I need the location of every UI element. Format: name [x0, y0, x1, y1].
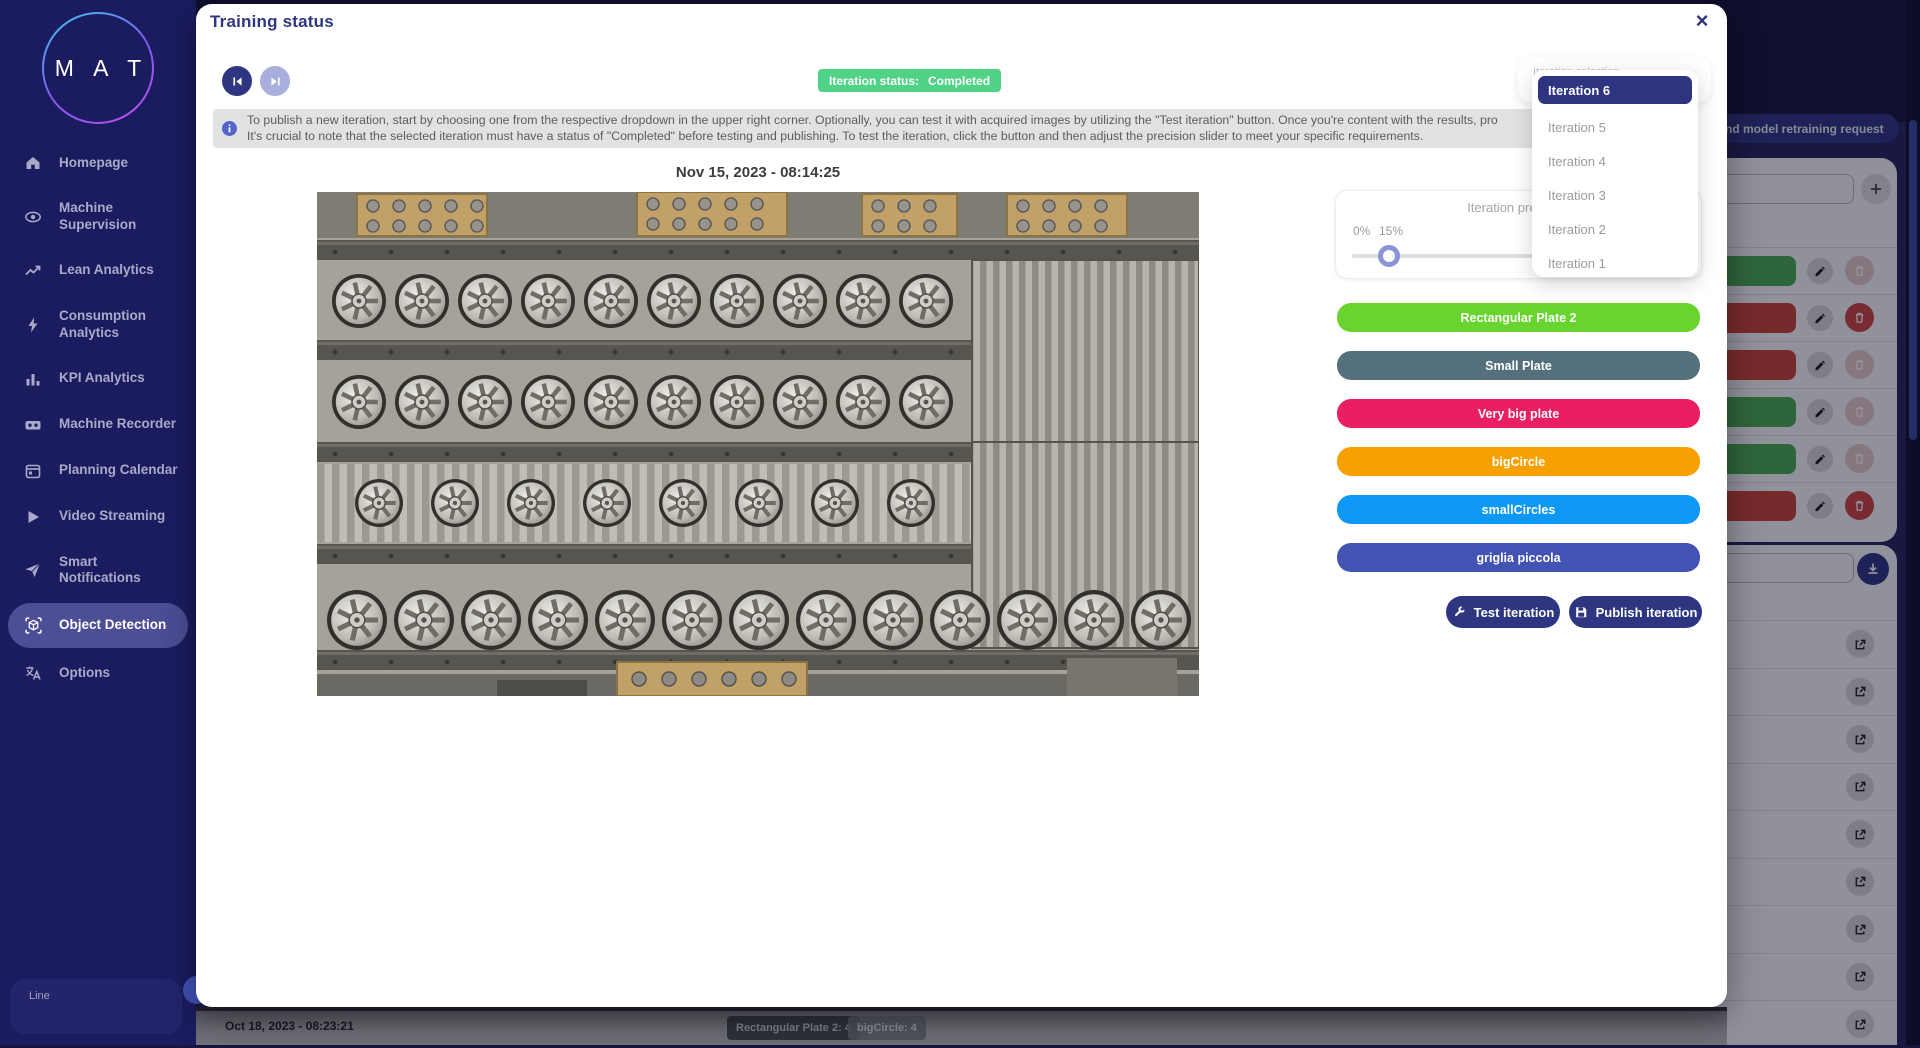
sidebar-item-label: Consumption Analytics — [59, 308, 169, 342]
sidebar-item-planning-calendar[interactable]: Planning Calendar — [0, 448, 196, 494]
sidebar-item-label: Object Detection — [59, 617, 166, 634]
tag-small-plate[interactable]: Small Plate — [1337, 351, 1700, 380]
trend-icon — [24, 262, 44, 280]
play-icon — [24, 508, 44, 526]
sidebar-item-label: Homepage — [59, 155, 128, 172]
sidebar-item-machine-recorder[interactable]: Machine Recorder — [0, 402, 196, 448]
training-status-modal: Training status × Iteration status: Comp… — [196, 4, 1727, 1007]
app-logo-text: M A T — [48, 55, 148, 82]
sidebar-item-homepage[interactable]: Homepage — [0, 140, 196, 186]
eye-icon — [24, 208, 44, 226]
cube-scan-icon — [24, 616, 44, 635]
send-icon — [24, 561, 44, 579]
modal-title: Training status — [210, 12, 334, 32]
translate-icon — [24, 664, 44, 682]
tag-smallcircles[interactable]: smallCircles — [1337, 495, 1700, 524]
iteration-status-badge: Iteration status: Completed — [818, 69, 1001, 92]
line-info-box: Line — [10, 979, 182, 1034]
test-iteration-button[interactable]: Test iteration — [1446, 596, 1560, 628]
sidebar-item-label: Smart Notifications — [59, 554, 169, 588]
dropdown-option-iteration-6[interactable]: Iteration 6 — [1538, 76, 1692, 104]
info-icon — [222, 121, 237, 136]
sidebar-item-label: Options — [59, 665, 110, 682]
training-image — [317, 192, 1199, 696]
tag-griglia-piccola[interactable]: griglia piccola — [1337, 543, 1700, 572]
precision-min-label: 0% — [1353, 224, 1370, 238]
home-icon — [24, 154, 44, 172]
sidebar-item-label: Machine Recorder — [59, 416, 176, 433]
dropdown-option-iteration-4[interactable]: Iteration 4 — [1532, 144, 1698, 178]
publish-iteration-label: Publish iteration — [1596, 605, 1698, 620]
training-image-svg — [317, 192, 1199, 696]
sidebar-item-label: Machine Supervision — [59, 200, 169, 234]
dropdown-option-iteration-1[interactable]: Iteration 1 — [1532, 246, 1698, 280]
sidebar-item-video-streaming[interactable]: Video Streaming — [0, 494, 196, 540]
skip-next-icon — [269, 75, 282, 88]
sidebar-item-label: Planning Calendar — [59, 462, 178, 479]
sidebar-item-label: Lean Analytics — [59, 262, 154, 279]
dropdown-option-iteration-3[interactable]: Iteration 3 — [1532, 178, 1698, 212]
sidebar-item-label: Video Streaming — [59, 508, 165, 525]
app-logo: M A T — [42, 12, 154, 124]
dropdown-option-iteration-2[interactable]: Iteration 2 — [1532, 212, 1698, 246]
wrench-icon — [1452, 605, 1466, 619]
tag-bigcircle[interactable]: bigCircle — [1337, 447, 1700, 476]
skip-previous-icon — [231, 75, 244, 88]
iteration-status-value: Completed — [928, 74, 990, 88]
sidebar-item-label: KPI Analytics — [59, 370, 145, 387]
tag-rectangular-plate-2[interactable]: Rectangular Plate 2 — [1337, 303, 1700, 332]
tag-very-big-plate[interactable]: Very big plate — [1337, 399, 1700, 428]
bar-chart-icon — [24, 370, 44, 388]
info-banner-line1: To publish a new iteration, start by cho… — [247, 113, 1673, 129]
previous-image-button[interactable] — [222, 66, 252, 96]
line-info-label: Line — [29, 990, 50, 1002]
info-banner-line2: It's crucial to note that the selected i… — [247, 129, 1673, 145]
sidebar-item-smart-notifications[interactable]: Smart Notifications — [0, 540, 196, 602]
sidebar-item-options[interactable]: Options — [0, 650, 196, 696]
info-banner: To publish a new iteration, start by cho… — [213, 109, 1683, 148]
dropdown-option-iteration-5[interactable]: Iteration 5 — [1532, 110, 1698, 144]
iteration-dropdown: Iteration 6 Iteration 5 Iteration 4 Iter… — [1532, 70, 1698, 277]
bolt-icon — [24, 316, 44, 334]
publish-iteration-button[interactable]: Publish iteration — [1569, 596, 1702, 628]
sidebar-item-lean-analytics[interactable]: Lean Analytics — [0, 248, 196, 294]
calendar-icon — [24, 462, 44, 480]
precision-slider-thumb[interactable] — [1378, 245, 1400, 267]
test-iteration-label: Test iteration — [1474, 605, 1555, 620]
close-icon[interactable]: × — [1689, 8, 1715, 34]
sidebar: M A T Homepage Machine Supervision Lean … — [0, 0, 196, 1045]
precision-current-label: 15% — [1379, 224, 1403, 238]
recorder-icon — [24, 416, 44, 434]
info-banner-text: To publish a new iteration, start by cho… — [237, 113, 1673, 144]
sidebar-item-kpi-analytics[interactable]: KPI Analytics — [0, 356, 196, 402]
sidebar-item-machine-supervision[interactable]: Machine Supervision — [0, 186, 196, 248]
image-timestamp-caption: Nov 15, 2023 - 08:14:25 — [317, 164, 1199, 181]
save-icon — [1574, 605, 1588, 619]
sidebar-item-consumption-analytics[interactable]: Consumption Analytics — [0, 294, 196, 356]
next-image-button[interactable] — [260, 66, 290, 96]
iteration-status-label: Iteration status: — [829, 74, 919, 88]
sidebar-item-object-detection[interactable]: Object Detection — [8, 603, 188, 648]
